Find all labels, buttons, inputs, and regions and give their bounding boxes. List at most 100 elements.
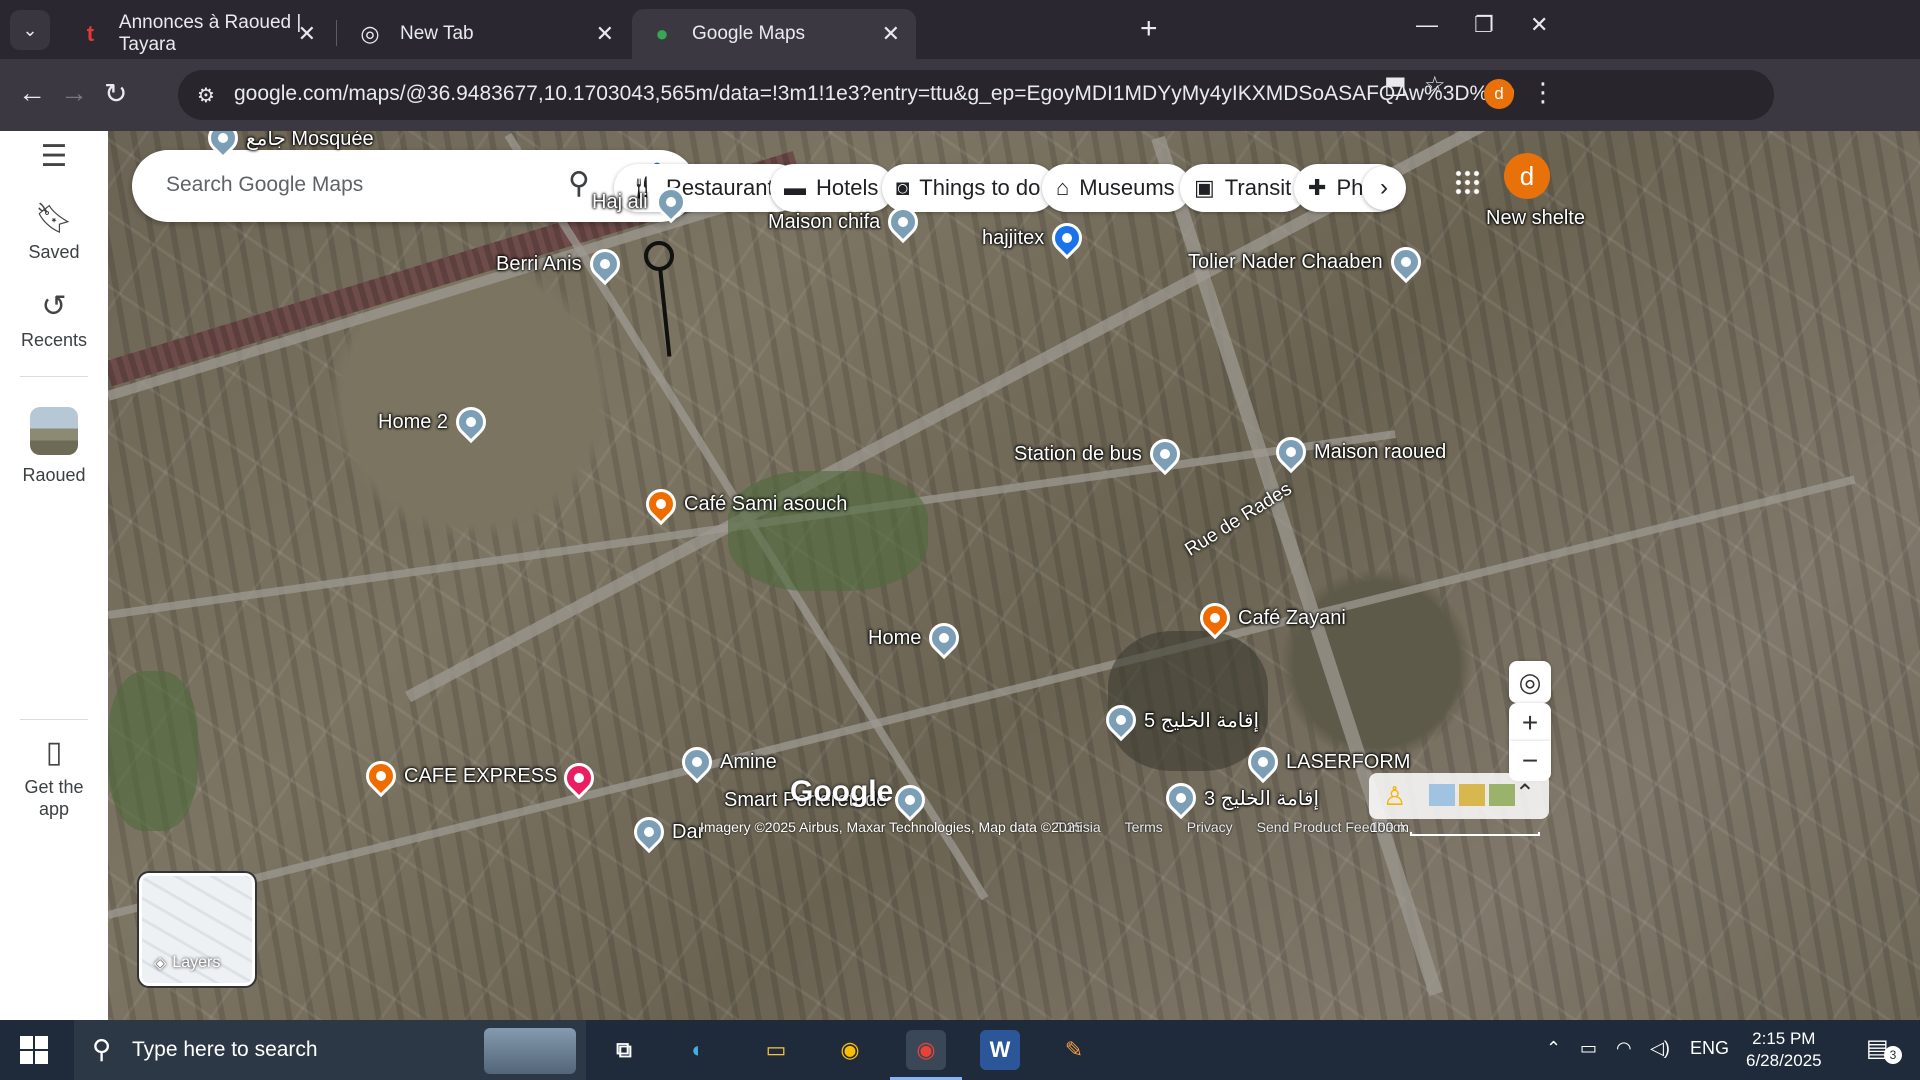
place-tolier-nader-chaaben[interactable]: Tolier Nader Chaaben <box>1188 240 1427 284</box>
place-haj-ali[interactable]: Haj ali <box>592 180 692 224</box>
show-hidden-icons[interactable]: ⌃ <box>1546 1038 1561 1059</box>
layers-button[interactable]: ◈ Layers <box>139 873 255 986</box>
install-app-icon[interactable]: ⬒ <box>1384 71 1407 100</box>
close-icon[interactable]: ✕ <box>882 21 900 47</box>
wifi-icon[interactable]: ◠ <box>1616 1038 1632 1059</box>
recents-button[interactable]: ↺ Recents <box>0 289 108 351</box>
bookmark-star-icon[interactable]: ☆ <box>1424 71 1446 100</box>
restore-button[interactable]: ❐ <box>1474 12 1494 38</box>
tab-tayara[interactable]: t Annonces à Raoued | Tayara ✕ <box>62 9 332 59</box>
place-home[interactable]: Home <box>868 616 966 660</box>
dropped-pin-stem <box>658 266 672 357</box>
close-icon[interactable]: ✕ <box>298 21 316 47</box>
taskbar-search[interactable]: ⚲ Type here to search <box>74 1020 586 1080</box>
place-cafe-zayani[interactable]: Café Zayani <box>1193 596 1346 640</box>
chip-transit[interactable]: ▣ Transit <box>1180 164 1308 212</box>
menu-button[interactable]: ☰ <box>0 139 108 180</box>
word-icon[interactable]: W <box>980 1030 1020 1070</box>
chevron-up-icon[interactable]: ⌃ <box>1515 779 1535 808</box>
forward-button[interactable]: → <box>60 77 88 109</box>
place-iqama-khalij-5[interactable]: إقامة الخليج 5 <box>1099 698 1259 742</box>
back-button[interactable]: ← <box>18 77 46 109</box>
chips-scroll-right-button[interactable]: › <box>1362 166 1406 210</box>
close-window-button[interactable]: ✕ <box>1530 12 1548 38</box>
imagery-thumbnails[interactable] <box>1429 784 1515 806</box>
place-pin-icon <box>1241 740 1285 784</box>
edge-icon[interactable]: ◐ <box>678 1030 718 1070</box>
privacy-link[interactable]: Privacy <box>1187 819 1233 836</box>
taskbar-clock[interactable]: 2:15 PM 6/28/2025 <box>1746 1028 1822 1072</box>
my-location-button[interactable]: ◎ <box>1509 661 1551 703</box>
place-maison-raoued[interactable]: Maison raoued <box>1269 430 1447 474</box>
scale-label[interactable]: 100 m <box>1370 816 1409 835</box>
pharmacy-icon: ✚ <box>1308 175 1327 200</box>
notification-center-button[interactable]: ▤ 3 <box>1866 1034 1902 1064</box>
place-cafe-sami-asouch[interactable]: Café Sami asouch <box>639 482 848 526</box>
volume-icon[interactable]: ◁) <box>1650 1038 1670 1059</box>
chrome-icon[interactable]: ◉ <box>830 1030 870 1070</box>
paint-icon[interactable]: ✎ <box>1054 1030 1094 1070</box>
tab-search-button[interactable]: ⌄ <box>10 10 50 50</box>
profile-avatar[interactable]: d <box>1484 79 1514 109</box>
terms-link[interactable]: Terms <box>1125 819 1163 836</box>
tab-google-maps[interactable]: ● Google Maps ✕ <box>632 9 916 59</box>
url-text[interactable]: google.com/maps/@36.9483677,10.1703043,5… <box>234 82 1515 106</box>
place-amine[interactable]: Amine <box>675 740 777 784</box>
place-mosquee[interactable]: جامع Mosquée <box>201 131 374 160</box>
place-maison-chifa[interactable]: Maison chifa <box>768 200 925 244</box>
place-berri-anis[interactable]: Berri Anis <box>496 242 626 286</box>
battery-icon[interactable]: ▭ <box>1580 1038 1597 1059</box>
zoom-in-button[interactable]: + <box>1509 703 1551 743</box>
place-pin-icon <box>1159 776 1203 820</box>
site-info-icon[interactable]: ⚙ <box>192 81 220 109</box>
thumb-icon <box>1489 784 1515 806</box>
saved-button[interactable]: 🔖︎ Saved <box>0 201 108 263</box>
rail-divider <box>20 376 88 377</box>
place-iqama-khalij-3[interactable]: إقامة الخليج 3 <box>1159 776 1319 820</box>
new-tab-button[interactable]: + <box>1140 12 1158 46</box>
get-app-button[interactable]: ▯ Get the app <box>0 735 108 820</box>
road <box>108 475 1856 919</box>
place-home-2[interactable]: Home 2 <box>378 400 493 444</box>
place-hotel-marker[interactable] <box>557 756 601 800</box>
clock-date: 6/28/2025 <box>1746 1051 1822 1070</box>
browser-toolbar: ← → ↻ ⚙ google.com/maps/@36.9483677,10.1… <box>0 59 1920 131</box>
close-icon[interactable]: ✕ <box>596 21 614 47</box>
task-view-icon[interactable]: ⧉ <box>604 1030 644 1070</box>
chip-label: Hotels <box>816 175 879 200</box>
chip-hotels[interactable]: ▬ Hotels <box>770 164 895 212</box>
place-hajjitex[interactable]: hajjitex <box>982 216 1089 260</box>
minimize-button[interactable]: — <box>1416 12 1438 38</box>
chip-things-to-do[interactable]: ◙ Things to do <box>882 164 1057 212</box>
place-label: Café Sami asouch <box>684 492 848 515</box>
file-explorer-icon[interactable]: ▭ <box>756 1030 796 1070</box>
taskbar-search-input[interactable]: Type here to search <box>132 1038 318 1062</box>
region-link[interactable]: Tunisia <box>1056 819 1101 836</box>
google-apps-icon[interactable] <box>1454 169 1480 195</box>
place-new-shelter[interactable]: New shelte <box>1486 207 1585 230</box>
tab-new-tab[interactable]: ◎ New Tab ✕ <box>340 9 630 59</box>
place-cafe-express[interactable]: CAFE EXPRESS <box>359 754 557 798</box>
place-label: Café Zayani <box>1238 606 1346 629</box>
chip-museums[interactable]: ⌂ Museums <box>1042 164 1191 212</box>
search-input[interactable]: Search Google Maps <box>166 173 363 197</box>
place-label: Tolier Nader Chaaben <box>1188 250 1383 273</box>
cafe-pin-icon <box>639 482 683 526</box>
recent-place-raoued[interactable]: Raoued <box>0 407 108 486</box>
map-canvas[interactable]: Search Google Maps ⚲ ➜ 🍴︎Restaurants ▬Ho… <box>108 131 1920 1020</box>
place-label: Station de bus <box>1014 442 1142 465</box>
place-label: Maison raoued <box>1314 440 1447 463</box>
place-station-de-bus[interactable]: Station de bus <box>1014 432 1187 476</box>
windows-start-button[interactable] <box>20 1036 48 1064</box>
reload-button[interactable]: ↻ <box>104 77 127 110</box>
plus-icon: + <box>1521 707 1539 738</box>
language-indicator[interactable]: ENG <box>1690 1038 1729 1059</box>
chrome-profile-icon[interactable]: ◉ <box>906 1030 946 1070</box>
place-label: Amine <box>720 750 777 773</box>
browser-menu-icon[interactable]: ⋮ <box>1530 77 1556 108</box>
bed-icon: ▬ <box>784 175 806 200</box>
account-avatar[interactable]: d <box>1504 153 1550 199</box>
search-icon[interactable]: ⚲ <box>568 166 590 201</box>
pegman-icon[interactable]: ♙ <box>1383 781 1406 812</box>
clock-time: 2:15 PM <box>1752 1029 1816 1048</box>
